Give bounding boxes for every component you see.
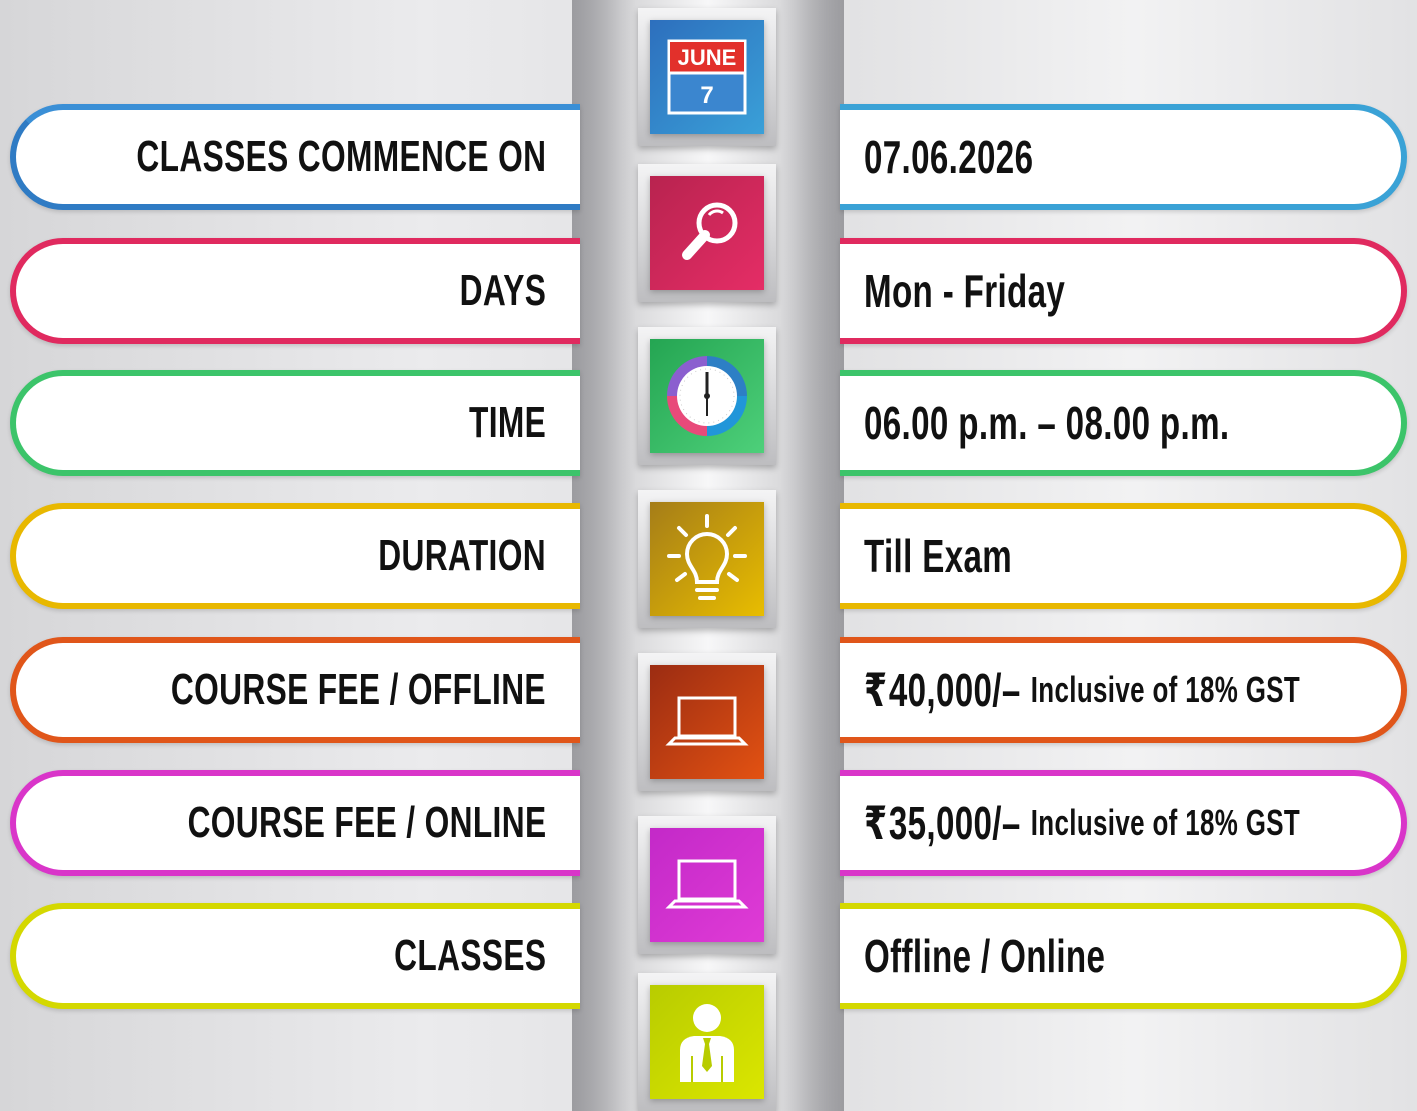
value-pill-duration: Till Exam — [840, 503, 1407, 609]
label-pill-time: TIME — [10, 370, 580, 476]
value-pill-fee-offline: ₹ 40,000/– Inclusive of 18% GST — [840, 637, 1407, 743]
calendar-icon: JUNE 7 — [667, 39, 747, 115]
label-pill-fee-offline: COURSE FEE / OFFLINE — [10, 637, 580, 743]
magnifier-icon — [682, 202, 738, 260]
column-shade-left — [572, 0, 636, 1111]
value-pill-commence: 07.06.2026 — [840, 104, 1407, 210]
person-tile — [650, 985, 764, 1099]
value-commence-date: 07.06.2026 — [864, 131, 1034, 183]
value-time: 06.00 p.m. – 08.00 p.m. — [864, 397, 1230, 449]
value-days: Mon - Friday — [864, 265, 1066, 317]
label-classes: CLASSES — [393, 931, 546, 980]
value-pill-days: Mon - Friday — [840, 238, 1407, 344]
lightbulb-icon — [667, 514, 747, 600]
person-icon — [680, 1004, 734, 1082]
label-pill-days: DAYS — [10, 238, 580, 344]
value-classes-mode: Offline / Online — [864, 930, 1106, 982]
search-tile — [650, 176, 764, 290]
rupee-symbol: ₹ — [864, 796, 888, 850]
label-pill-fee-online: COURSE FEE / ONLINE — [10, 770, 580, 876]
value-pill-time: 06.00 p.m. – 08.00 p.m. — [840, 370, 1407, 476]
clock-icon — [667, 356, 747, 436]
value-duration: Till Exam — [864, 530, 1013, 582]
laptop-icon — [665, 696, 749, 746]
label-classes-commence: CLASSES COMMENCE ON — [136, 132, 546, 181]
value-fee-offline: ₹ 40,000/– Inclusive of 18% GST — [864, 643, 1300, 737]
label-course-fee-online: COURSE FEE / ONLINE — [187, 798, 546, 847]
idea-tile — [650, 502, 764, 616]
label-duration: DURATION — [378, 531, 546, 580]
laptop-tile-online — [650, 828, 764, 942]
label-time: TIME — [468, 398, 546, 447]
label-pill-commence: CLASSES COMMENCE ON — [10, 104, 580, 210]
calendar-day: 7 — [700, 82, 713, 109]
value-pill-fee-online: ₹ 35,000/– Inclusive of 18% GST — [840, 770, 1407, 876]
column-shade-right — [780, 0, 844, 1111]
fee-note-online: Inclusive of 18% GST — [1030, 802, 1301, 843]
value-pill-classes: Offline / Online — [840, 903, 1407, 1009]
fee-amount-offline: 40,000/– — [888, 664, 1021, 716]
clock-tile — [650, 339, 764, 453]
label-pill-duration: DURATION — [10, 503, 580, 609]
laptop-tile-offline — [650, 665, 764, 779]
label-days: DAYS — [459, 266, 546, 315]
label-pill-classes: CLASSES — [10, 903, 580, 1009]
rupee-symbol: ₹ — [864, 663, 888, 717]
fee-amount-online: 35,000/– — [888, 797, 1021, 849]
fee-note-offline: Inclusive of 18% GST — [1030, 669, 1301, 710]
label-course-fee-offline: COURSE FEE / OFFLINE — [170, 665, 546, 714]
calendar-month: JUNE — [678, 45, 737, 70]
laptop-icon — [665, 859, 749, 909]
value-fee-online: ₹ 35,000/– Inclusive of 18% GST — [864, 776, 1300, 870]
calendar-tile: JUNE 7 — [650, 20, 764, 134]
